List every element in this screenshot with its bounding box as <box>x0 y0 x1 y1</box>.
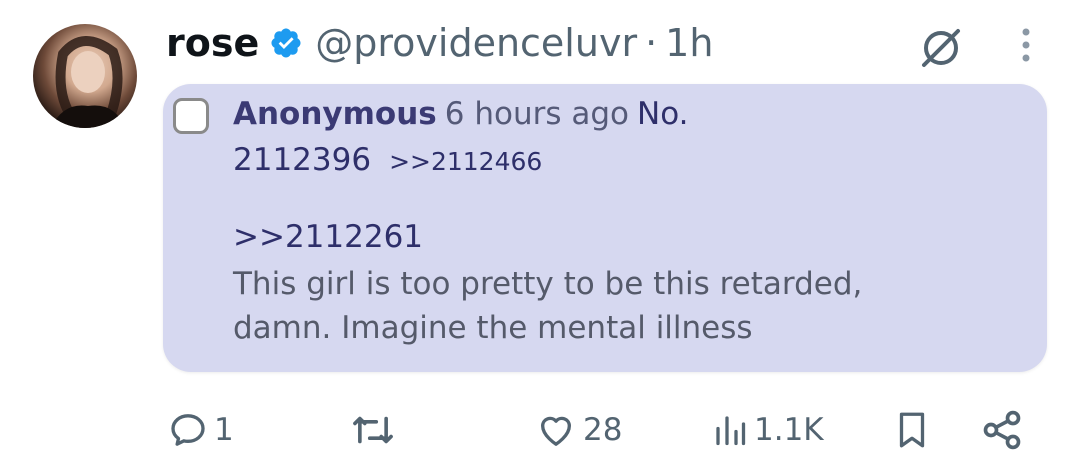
post-age: 6 hours ago <box>444 96 629 132</box>
bookmark-button[interactable] <box>894 400 930 460</box>
post-number: 2112396 <box>233 142 372 178</box>
views-icon <box>716 416 746 446</box>
post-author: Anonymous <box>233 96 437 132</box>
grok-icon[interactable] <box>918 25 964 75</box>
verified-badge-icon <box>269 26 303 60</box>
backlink: >>2112466 <box>389 147 543 176</box>
more-vertical-icon[interactable] <box>1016 26 1036 70</box>
action-bar: 1 28 1.1K <box>0 400 1080 460</box>
share-icon <box>983 410 1021 450</box>
tweet-header: rose @providenceluvr · 1h <box>166 18 713 68</box>
separator-dot: · <box>645 21 658 65</box>
retweet-icon <box>353 416 393 444</box>
reply-count: 1 <box>214 412 234 448</box>
post-number-row: 2112396 >>2112466 <box>233 142 542 178</box>
quote-link: >>2112261 <box>233 219 424 255</box>
like-count: 28 <box>583 412 623 448</box>
like-button[interactable]: 28 <box>535 400 622 460</box>
display-name[interactable]: rose <box>166 21 259 65</box>
post-number-label: No. <box>637 96 689 132</box>
checkbox <box>173 98 209 134</box>
views-count: 1.1K <box>754 412 824 448</box>
post-comment: This girl is too pretty to be this retar… <box>233 262 1013 350</box>
views-button[interactable]: 1.1K <box>712 400 824 460</box>
handle[interactable]: @providenceluvr <box>315 21 637 65</box>
reply-button[interactable]: 1 <box>168 400 234 460</box>
like-icon <box>541 416 571 446</box>
bookmark-icon <box>899 412 925 448</box>
post-meta: Anonymous 6 hours ago No. <box>233 96 688 132</box>
timestamp[interactable]: 1h <box>665 21 713 65</box>
retweet-button[interactable] <box>350 400 396 460</box>
reply-icon <box>171 414 205 446</box>
share-button[interactable] <box>980 400 1024 460</box>
comment-line: This girl is too pretty to be this retar… <box>233 266 863 302</box>
comment-line: damn. Imagine the mental illness <box>233 310 753 346</box>
avatar[interactable] <box>33 24 137 128</box>
post-screenshot-card[interactable]: Anonymous 6 hours ago No. 2112396 >>2112466… <box>163 84 1047 372</box>
